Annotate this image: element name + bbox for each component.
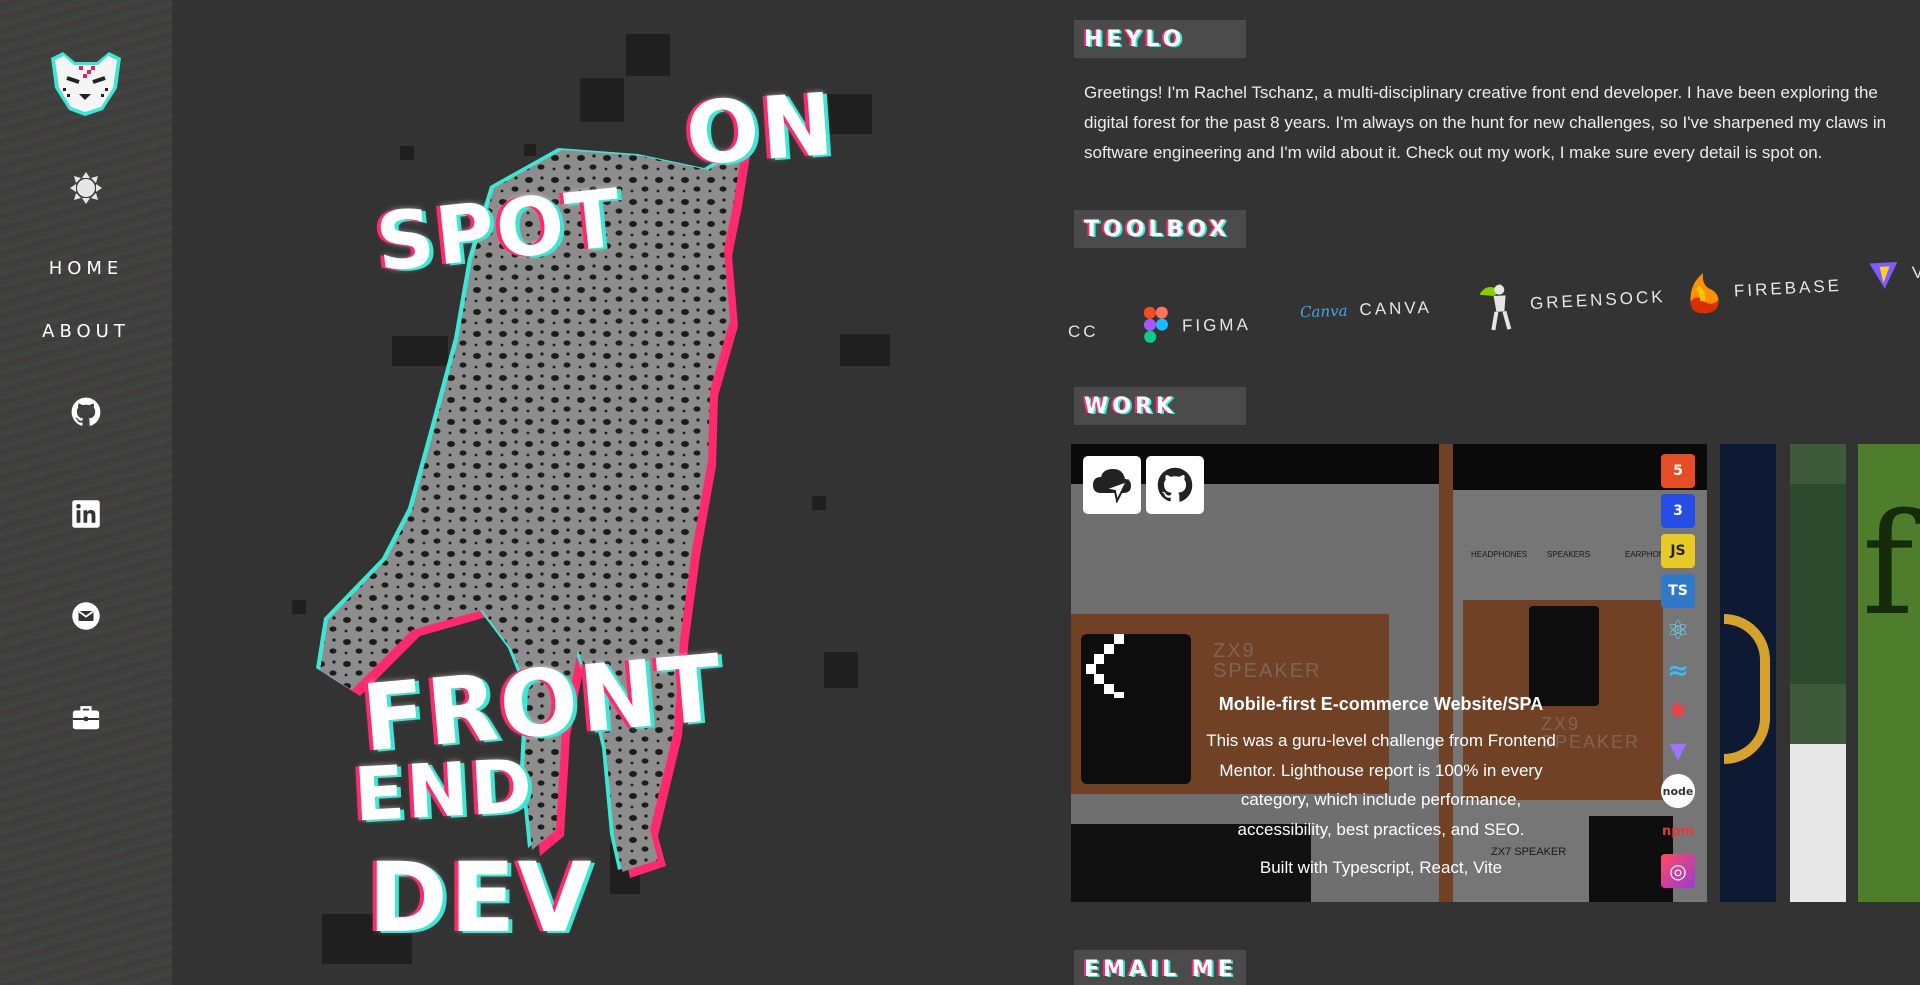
project-description: This was a guru-level challenge from Fro… [1206,731,1556,839]
project-title: Mobile-first E-commerce Website/SPA [1218,694,1544,714]
section-heading-toolbox: TOOLBOX [1074,210,1246,248]
tool-name: FIGMA [1181,315,1251,336]
cheetah-logo[interactable] [45,48,127,120]
peek-letter: f [1862,484,1914,647]
sun-icon[interactable] [66,168,106,208]
cloud-send-icon [1093,469,1131,503]
peek-foliage [1790,484,1846,684]
section-heading-contact: EMAIL ME [1074,950,1246,985]
hero-word-dev: DEV [368,842,594,954]
glitch-square [626,34,670,76]
rollup-icon: ✱ [1668,698,1688,724]
npm-icon: npm [1661,823,1695,839]
tool-vite: V [1867,256,1920,291]
sidebar: HOME ABOUT [0,0,172,985]
project-card-peek[interactable]: f [1858,444,1920,902]
portfolio-page: HOME ABOUT SPOT ON FRONT END DEV HEYLO G… [0,0,1920,985]
greensock-icon [1479,283,1512,331]
github-icon [1157,467,1193,502]
html5-icon: 5 [1661,454,1695,488]
canva-icon: Canva [1299,301,1348,322]
tool-name: FIREBASE [1733,275,1843,301]
carousel-prev-arrow[interactable] [1084,630,1140,700]
javascript-icon: JS [1661,534,1695,568]
section-heading-about: HEYLO [1074,20,1246,58]
tool-cc: CC [1068,322,1099,342]
hero-word-end: END [351,743,537,839]
project-card-peek[interactable] [1720,444,1776,902]
project-card-peek[interactable] [1790,444,1846,902]
briefcase-icon[interactable] [66,698,106,738]
hero-word-on: ON [682,74,839,186]
glitch-square [580,78,624,122]
email-icon[interactable] [66,596,106,636]
peek-page [1790,744,1846,902]
tool-name: GREENSOCK [1529,286,1666,314]
vite-icon: ▼ [1669,738,1687,764]
github-repo-button[interactable] [1146,456,1204,514]
tool-figma: FIGMA [1142,305,1252,347]
tool-name: CANVA [1359,297,1433,320]
tool-canva: Canva CANVA [1300,298,1432,323]
nav-home[interactable]: HOME [49,258,124,279]
heading-text: TOOLBOX [1084,216,1231,242]
tool-firebase: FIREBASE [1685,264,1843,316]
react-icon: ⚛ [1666,616,1690,646]
figma-icon [1143,306,1168,343]
linkedin-icon[interactable] [66,494,106,534]
project-card[interactable]: ZX9 SPEAKER ZX9 SPEAKER ZX7 SPEAKER HEAD… [1071,444,1707,902]
css3-icon: 3 [1661,494,1695,528]
heading-text: HEYLO [1084,26,1186,52]
tool-greensock: GREENSOCK [1473,271,1667,333]
github-icon[interactable] [66,392,106,432]
heading-text: EMAIL ME [1084,956,1237,982]
adobe-cc-icon: ◎ [1661,854,1695,888]
tool-name: V [1911,262,1920,283]
live-site-button[interactable] [1083,456,1141,514]
nav-about[interactable]: ABOUT [42,321,130,342]
project-built-with: Built with Typescript, React, Vite [1259,858,1503,877]
peek-ring [1724,614,1770,764]
vite-icon [1869,261,1898,289]
heading-text: WORK [1084,393,1177,419]
firebase-icon [1690,273,1719,314]
tailwind-icon: ≈ [1667,656,1689,686]
node-icon: node [1661,774,1695,808]
typescript-icon: TS [1661,574,1695,608]
bio-text: Greetings! I'm Rachel Tschanz, a multi-d… [1084,83,1887,162]
hero: SPOT ON FRONT END DEV [172,0,1052,985]
tool-name: CC [1068,322,1099,341]
section-heading-work: WORK [1074,387,1246,425]
